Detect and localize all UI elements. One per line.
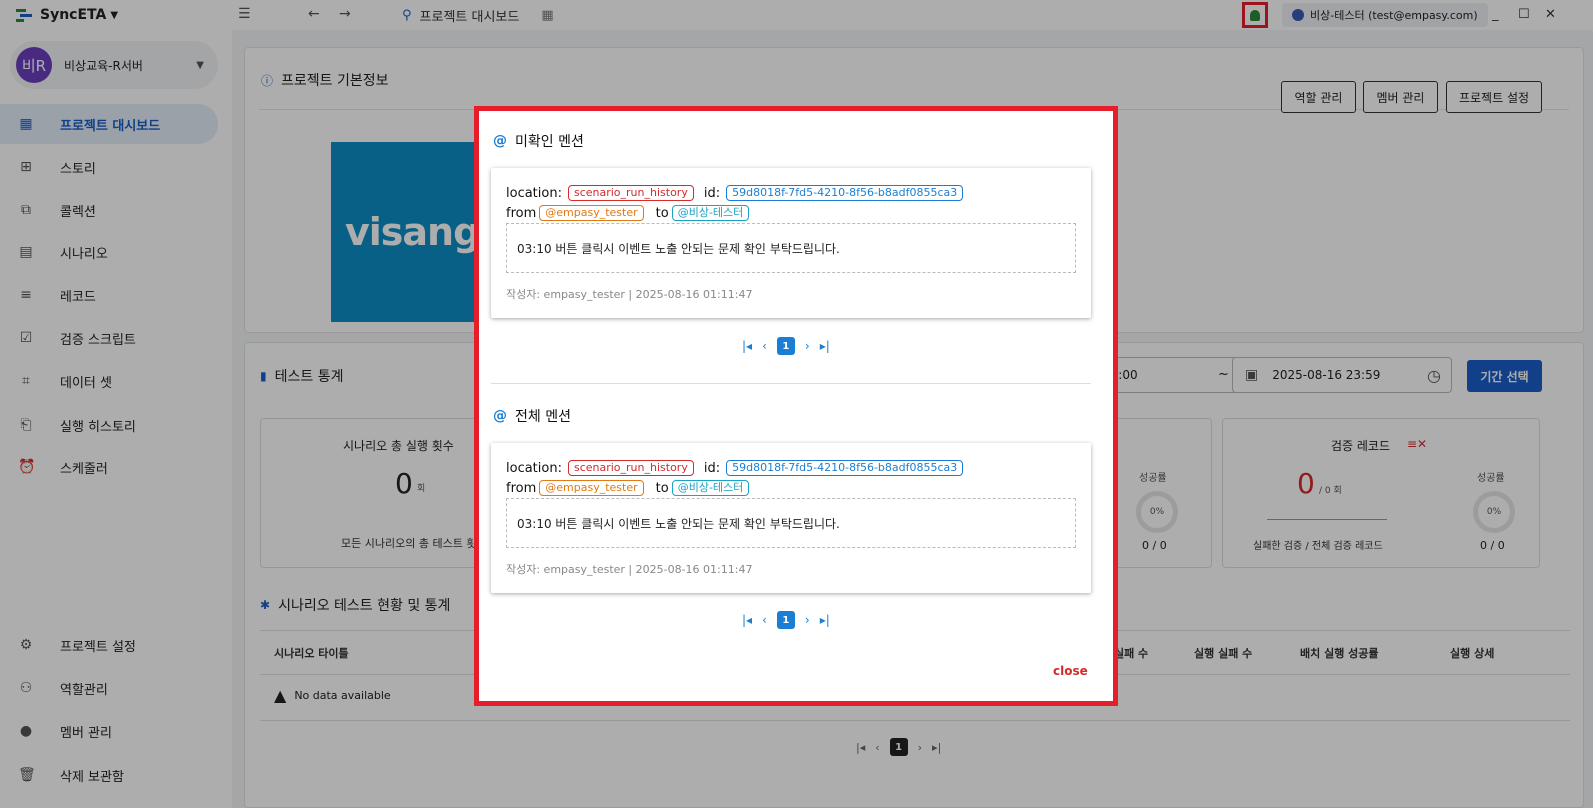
close-button[interactable]: close xyxy=(1053,664,1088,678)
unconfirmed-mentions-title: @ 미확인 멘션 xyxy=(493,133,584,150)
next-page-icon[interactable]: › xyxy=(805,613,810,627)
mention-message: 03:10 버튼 클릭시 이벤트 노출 안되는 문제 확인 부탁드립니다. xyxy=(506,223,1076,273)
mention-from-row: from @empasy_tester to @비상-테스터 xyxy=(506,205,750,221)
from-tag[interactable]: @empasy_tester xyxy=(539,480,644,496)
page-number[interactable]: 1 xyxy=(776,337,795,355)
to-tag[interactable]: @비상-테스터 xyxy=(671,480,750,496)
at-sign-icon: @ xyxy=(493,133,507,149)
mention-location-row: location: scenario_run_history id: 59d80… xyxy=(506,460,964,476)
id-tag[interactable]: 59d8018f-7fd5-4210-8f56-b8adf0855ca3 xyxy=(726,185,964,201)
to-tag[interactable]: @비상-테스터 xyxy=(671,205,750,221)
mention-author: 작성자: empasy_tester | 2025-08-16 01:11:47 xyxy=(506,288,753,301)
all-mentions-title: @ 전체 멘션 xyxy=(493,408,571,425)
mention-card[interactable]: location: scenario_run_history id: 59d80… xyxy=(491,443,1091,593)
prev-page-icon[interactable]: ‹ xyxy=(762,339,767,353)
mention-card[interactable]: location: scenario_run_history id: 59d80… xyxy=(491,168,1091,318)
unconfirmed-pagination: |◂ ‹ 1 › ▸| xyxy=(742,337,830,355)
page-number[interactable]: 1 xyxy=(776,611,795,629)
all-mentions-pagination: |◂ ‹ 1 › ▸| xyxy=(742,611,830,629)
prev-page-icon[interactable]: ‹ xyxy=(762,613,767,627)
mention-author: 작성자: empasy_tester | 2025-08-16 01:11:47 xyxy=(506,563,753,576)
location-tag[interactable]: scenario_run_history xyxy=(567,460,694,476)
mention-message: 03:10 버튼 클릭시 이벤트 노출 안되는 문제 확인 부탁드립니다. xyxy=(506,498,1076,548)
first-page-icon[interactable]: |◂ xyxy=(742,613,752,627)
mention-location-row: location: scenario_run_history id: 59d80… xyxy=(506,185,964,201)
next-page-icon[interactable]: › xyxy=(805,339,810,353)
id-tag[interactable]: 59d8018f-7fd5-4210-8f56-b8adf0855ca3 xyxy=(726,460,964,476)
at-sign-icon: @ xyxy=(493,408,507,424)
last-page-icon[interactable]: ▸| xyxy=(820,339,830,353)
first-page-icon[interactable]: |◂ xyxy=(742,339,752,353)
location-tag[interactable]: scenario_run_history xyxy=(567,185,694,201)
mentions-dialog: @ 미확인 멘션 location: scenario_run_history … xyxy=(474,106,1118,706)
mention-from-row: from @empasy_tester to @비상-테스터 xyxy=(506,480,750,496)
from-tag[interactable]: @empasy_tester xyxy=(539,205,644,221)
section-divider xyxy=(491,383,1091,384)
last-page-icon[interactable]: ▸| xyxy=(820,613,830,627)
